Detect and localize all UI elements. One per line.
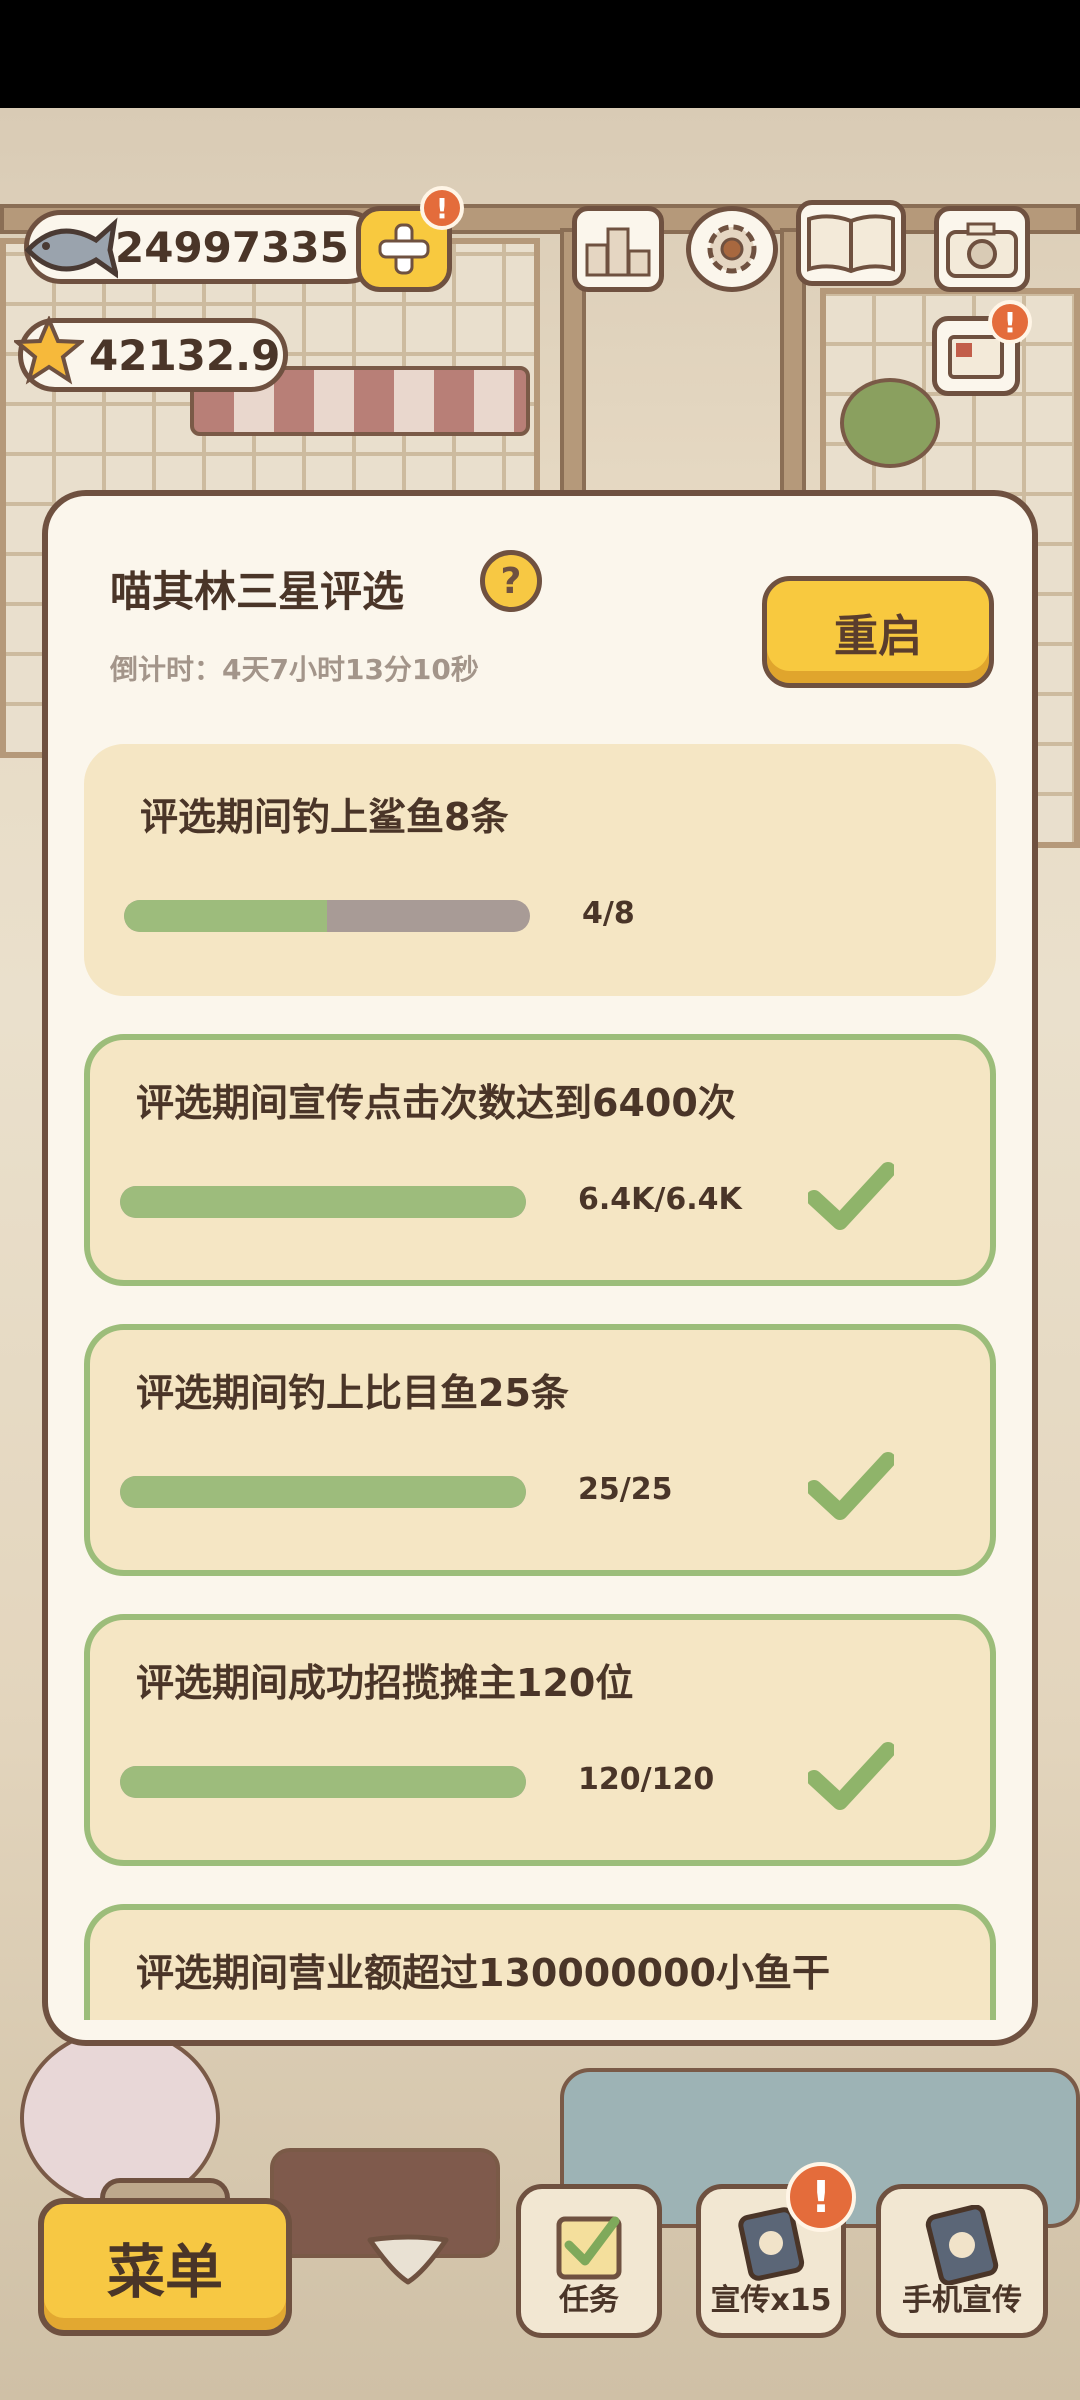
fish-icon [24,217,118,279]
task-progress-fill [120,1476,526,1508]
check-icon [808,1742,894,1810]
fish-currency-value: 24997335 [115,222,349,272]
phone-promo-icon [925,2205,999,2285]
task-name: 评选期间钓上比目鱼25条 [136,1371,569,1415]
gear-icon [707,224,757,274]
ranking-icon [585,227,651,277]
michelin-rating-dialog: 喵其林三星评选 ? 倒计时：4天7小时13分10秒 重启 评选期间钓上鲨鱼8条 … [42,490,1038,2046]
task-name: 评选期间营业额超过130000000小鱼干 [136,1951,830,1995]
phone-promote-button[interactable]: 手机宣传 [876,2184,1048,2338]
dialog-title: 喵其林三星评选 [110,567,405,616]
menu-button[interactable]: 菜单 [38,2198,292,2336]
task-name: 评选期间成功招揽摊主120位 [136,1661,634,1705]
task-progress-bar [120,1476,526,1508]
camera-icon [946,222,1018,278]
collapse-arrow-icon[interactable] [364,2232,452,2288]
task-item: 评选期间宣传点击次数达到6400次 6.4K/6.4K [84,1034,996,1286]
leaderboard-button[interactable] [572,206,664,292]
task-item: 评选期间钓上鲨鱼8条 4/8 [84,744,996,996]
postcard-alert-badge: ! [988,300,1032,344]
add-currency-alert-badge: ! [420,186,464,230]
camera-button[interactable] [934,206,1030,292]
task-item: 评选期间成功招揽摊主120位 120/120 [84,1614,996,1866]
task-progress-bar [120,1186,526,1218]
promote-label: 宣传x15 [710,2283,832,2318]
task-progress-fill [120,1186,526,1218]
checklist-icon [556,2216,622,2280]
task-item: 评选期间营业额超过130000000小鱼干 [84,1904,996,2020]
check-icon [808,1452,894,1520]
task-progress-fill [120,1766,526,1798]
task-item: 评选期间钓上比目鱼25条 25/25 [84,1324,996,1576]
tasks-button[interactable]: 任务 [516,2184,662,2338]
countdown-text: 倒计时：4天7小时13分10秒 [110,653,479,686]
restart-button[interactable]: 重启 [762,576,994,688]
task-progress-text: 6.4K/6.4K [578,1182,742,1217]
task-name: 评选期间钓上鲨鱼8条 [140,795,509,839]
task-progress-fill [124,900,327,932]
task-name: 评选期间宣传点击次数达到6400次 [136,1081,736,1125]
tasks-label: 任务 [559,2283,619,2318]
settings-button[interactable] [686,206,778,292]
help-button[interactable]: ? [480,550,542,612]
book-button[interactable] [796,200,906,286]
phone-promote-label: 手机宣传 [902,2283,1022,2318]
task-progress-bar [124,900,530,932]
promote-alert-badge: ! [786,2162,856,2232]
book-icon [807,214,895,274]
check-icon [808,1162,894,1230]
plus-icon [378,223,430,275]
task-progress-text: 25/25 [578,1472,673,1507]
task-progress-bar [120,1766,526,1798]
task-progress-text: 4/8 [582,896,635,931]
star-currency-value: 42132.9 [89,330,281,380]
task-progress-text: 120/120 [578,1762,715,1797]
task-list[interactable]: 评选期间钓上鲨鱼8条 4/8 评选期间宣传点击次数达到6400次 6.4K/6.… [84,744,996,2020]
status-bar [0,0,1080,108]
star-icon [14,316,84,385]
